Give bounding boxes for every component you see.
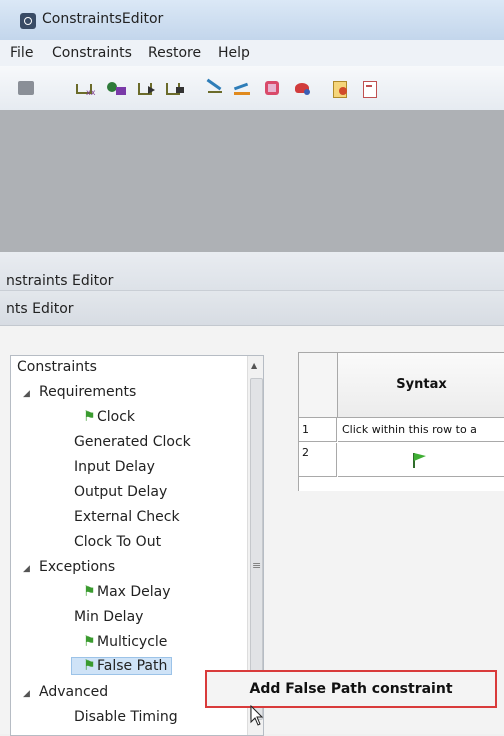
tree-item-label: Min Delay	[74, 609, 144, 625]
add-external-check-icon[interactable]	[204, 78, 226, 99]
add-generated-clock-icon[interactable]	[106, 79, 128, 99]
inner-pane-header: nts Editor	[0, 291, 504, 326]
add-clock-to-out-icon[interactable]	[232, 79, 254, 99]
tree-item-clock-to-out[interactable]: Clock To Out	[74, 534, 161, 550]
tree-item-label: Clock To Out	[74, 534, 162, 550]
flag-icon: ⚑	[83, 658, 96, 674]
tree-item-label: Output Delay	[74, 484, 168, 500]
flag-icon: ⚑	[83, 584, 96, 600]
row-number: 2	[299, 443, 337, 477]
table-cell[interactable]	[338, 443, 504, 477]
add-input-delay-icon[interactable]	[136, 79, 158, 99]
toolbar: xx	[0, 66, 504, 111]
tree-item-label: Disable Timing	[74, 709, 178, 725]
menu-restore[interactable]: Restore	[148, 45, 201, 61]
tree-item-label: Max Delay	[97, 584, 171, 600]
export-icon[interactable]	[360, 79, 382, 99]
add-max-delay-icon[interactable]	[262, 79, 284, 99]
app-icon	[20, 13, 36, 29]
tree-item-disable-timing[interactable]: Disable Timing	[74, 709, 178, 725]
menu-constraints[interactable]: Constraints	[52, 45, 132, 61]
add-false-path-menu-item[interactable]: Add False Path constraint	[207, 681, 495, 697]
inner-pane-title: nts Editor	[6, 301, 74, 317]
tree-item-label: External Check	[74, 509, 180, 525]
save-icon[interactable]	[16, 79, 38, 99]
outer-pane-header: nstraints Editor	[0, 252, 504, 291]
add-false-path-icon[interactable]	[292, 79, 314, 99]
flag-icon: ⚑	[83, 634, 96, 650]
tree-item-output-delay[interactable]: Output Delay	[74, 484, 167, 500]
tree-item-external-check[interactable]: External Check	[74, 509, 180, 525]
context-menu: Add False Path constraint	[205, 670, 497, 708]
tree-item-clock[interactable]: ⚑Clock	[83, 409, 135, 425]
tree-item-label: Generated Clock	[74, 434, 191, 450]
properties-icon[interactable]	[330, 79, 352, 99]
tree-item-generated-clock[interactable]: Generated Clock	[74, 434, 191, 450]
scroll-thumb[interactable]: ≡	[250, 378, 263, 720]
flag-icon: ⚑	[83, 409, 96, 425]
tree-group-advanced[interactable]: ◢ Advanced	[23, 684, 108, 700]
outer-pane-title: nstraints Editor	[6, 273, 114, 289]
syntax-column-header[interactable]: Syntax	[338, 353, 504, 418]
expand-arrow-icon[interactable]: ◢	[23, 689, 39, 699]
scroll-up-icon[interactable]: ▲	[251, 361, 257, 370]
tree-item-label: Clock	[97, 409, 136, 425]
window-title: ConstraintsEditor	[42, 11, 164, 27]
row-number: 1	[299, 418, 337, 442]
table-cell[interactable]: Click within this row to a	[338, 418, 504, 442]
mouse-cursor-icon	[250, 705, 264, 726]
tree-root[interactable]: Constraints	[17, 359, 97, 375]
tree-item-input-delay[interactable]: Input Delay	[74, 459, 155, 475]
tree-item-label: False Path	[97, 658, 168, 674]
empty-dock-area	[0, 110, 504, 252]
row-number-header	[299, 353, 338, 418]
title-bar: ConstraintsEditor	[0, 0, 504, 41]
tree-item-label: Multicycle	[97, 634, 168, 650]
tree-item-min-delay[interactable]: Min Delay	[74, 609, 143, 625]
tree-item-false-path[interactable]: ⚑False Path	[71, 657, 173, 675]
tree-root-label: Constraints	[17, 359, 97, 375]
tree-group-label: Advanced	[39, 684, 109, 700]
add-clock-icon[interactable]: xx	[74, 79, 96, 99]
expand-arrow-icon[interactable]: ◢	[23, 389, 39, 399]
green-flag-icon	[413, 453, 426, 468]
tree-group-exceptions[interactable]: ◢ Exceptions	[23, 559, 115, 575]
tree-group-requirements[interactable]: ◢ Requirements	[23, 384, 136, 400]
tree-item-max-delay[interactable]: ⚑Max Delay	[83, 584, 171, 600]
expand-arrow-icon[interactable]: ◢	[23, 564, 39, 574]
tree-group-label: Exceptions	[39, 559, 116, 575]
tree-group-label: Requirements	[39, 384, 137, 400]
grip-icon: ≡	[252, 559, 262, 572]
tree-item-label: Input Delay	[74, 459, 155, 475]
menu-help[interactable]: Help	[218, 45, 250, 61]
constraints-table: Syntax 1 Click within this row to a 2	[298, 352, 504, 491]
tree-item-multicycle[interactable]: ⚑Multicycle	[83, 634, 167, 650]
menu-file[interactable]: File	[10, 45, 33, 61]
menu-bar: File Constraints Restore Help	[0, 40, 504, 67]
add-output-delay-icon[interactable]	[164, 79, 186, 99]
